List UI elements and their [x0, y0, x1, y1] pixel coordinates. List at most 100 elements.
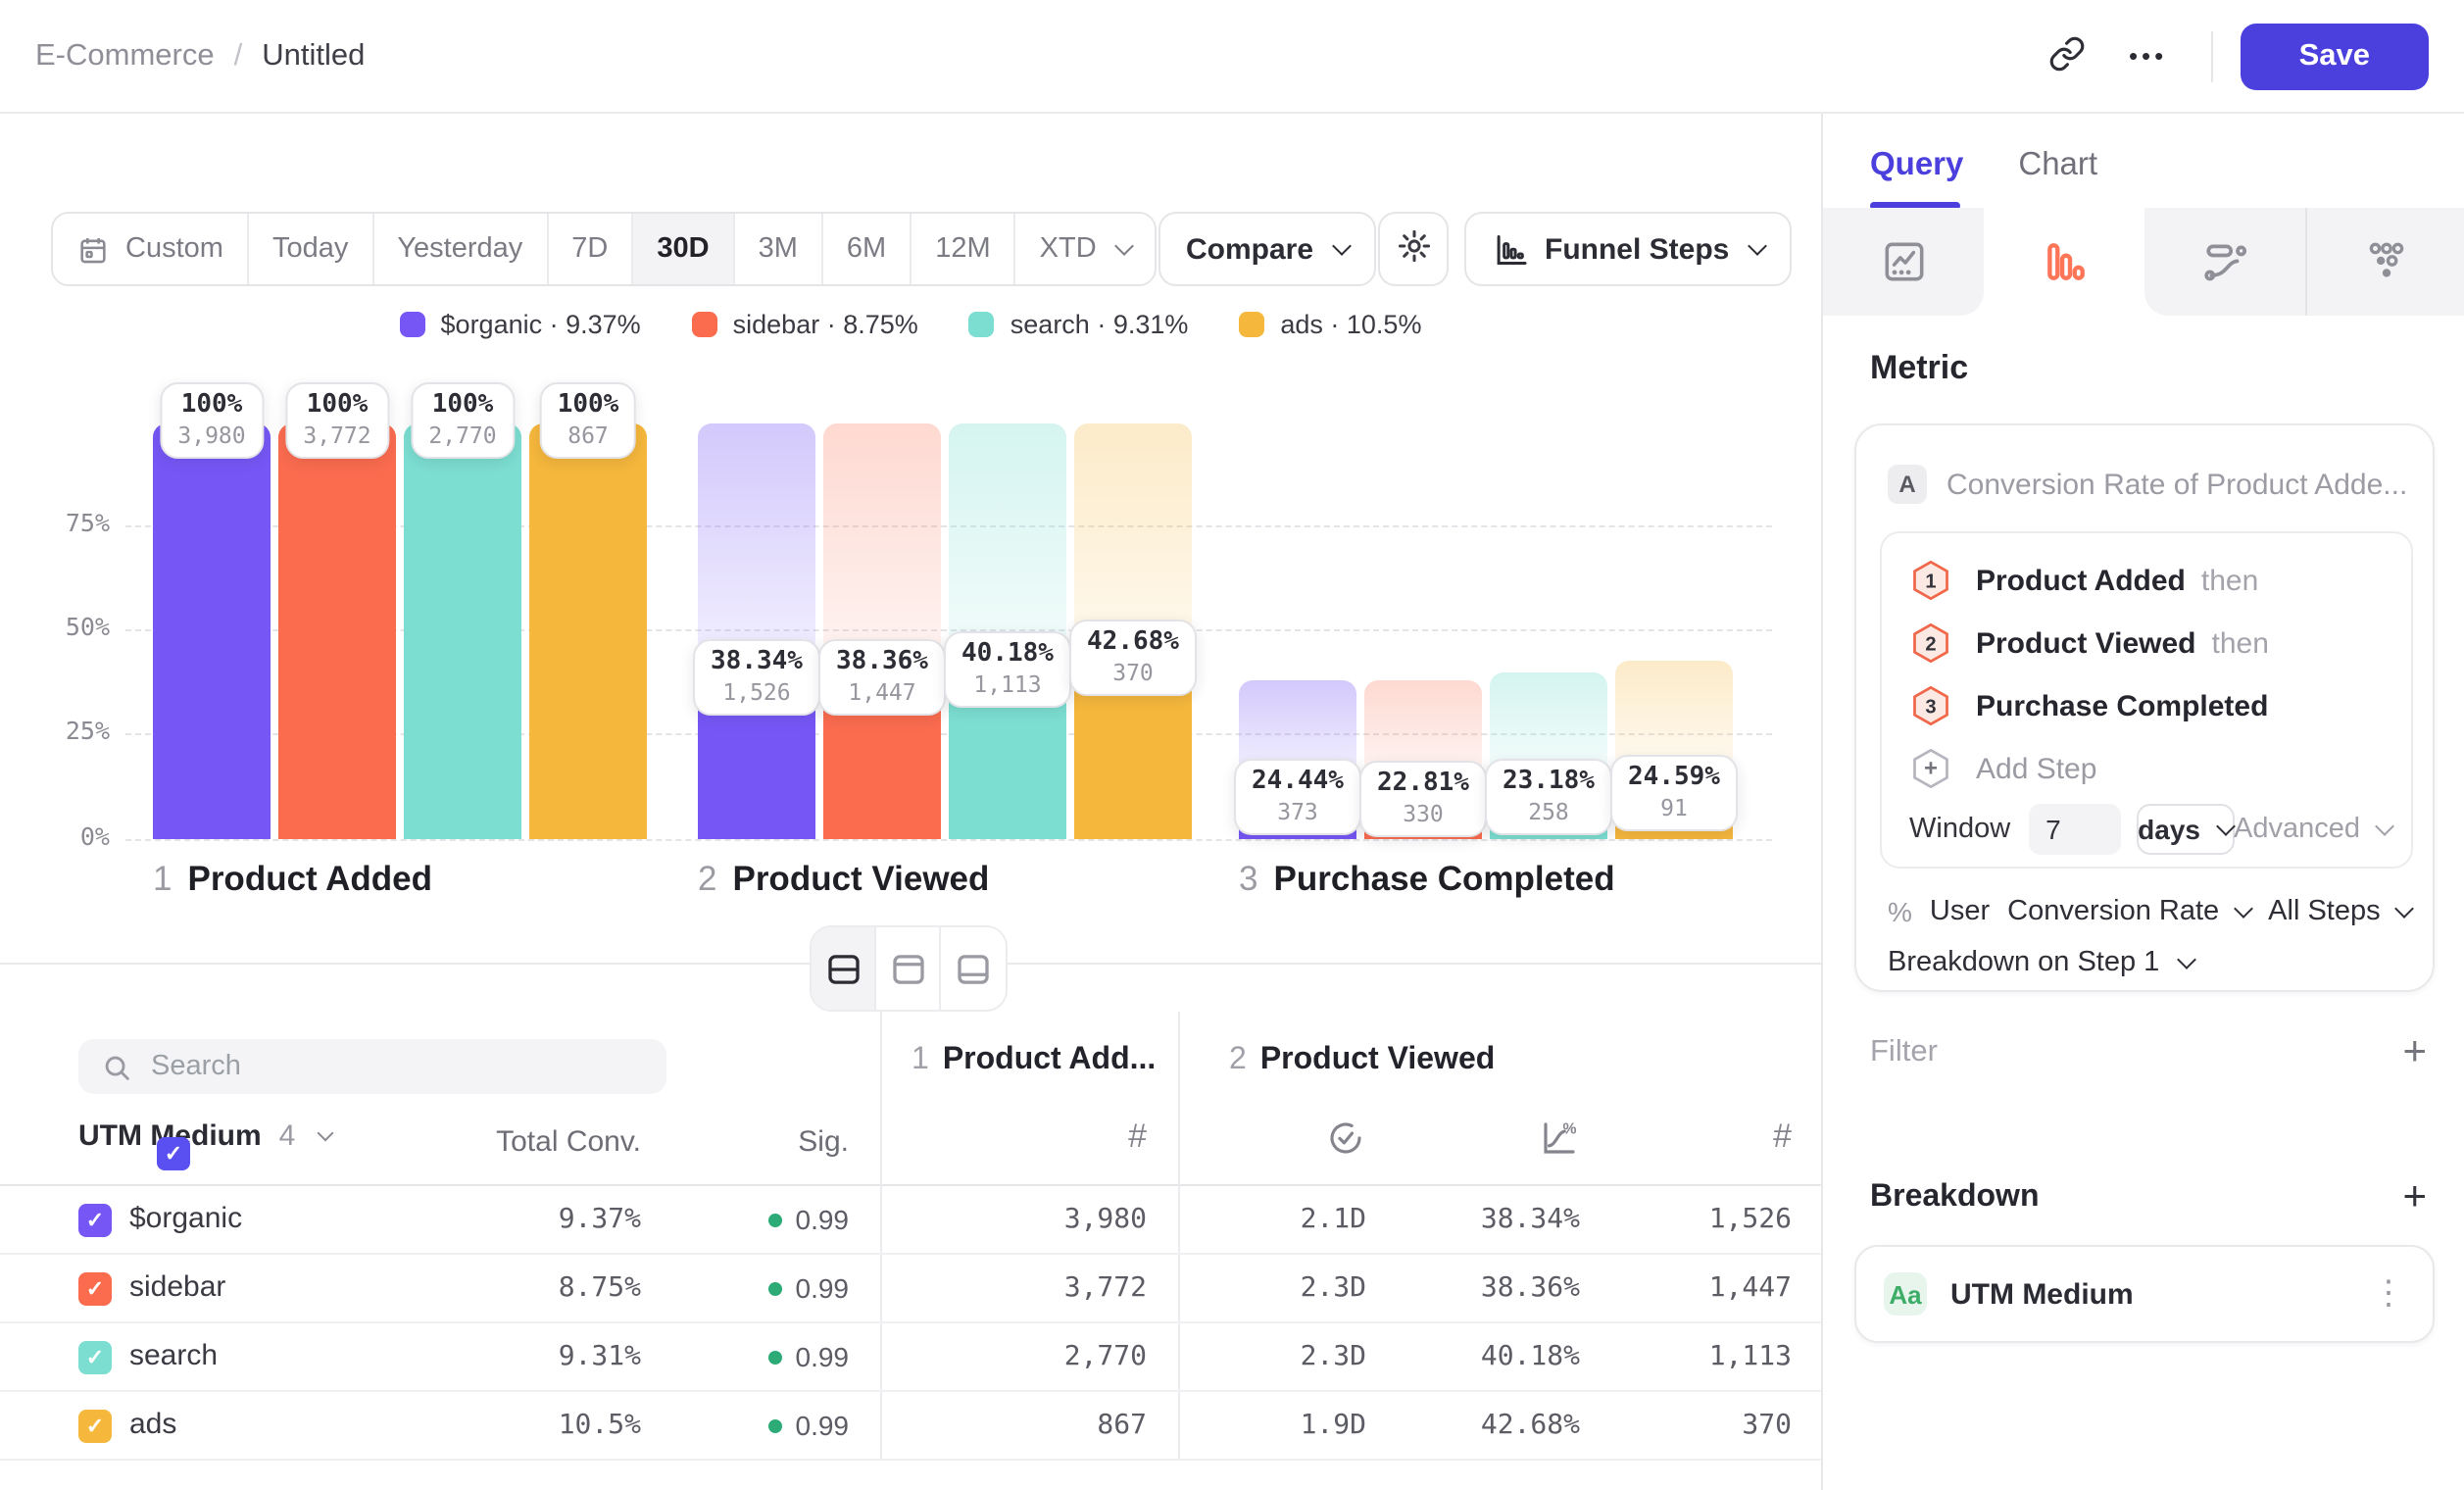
bar-ads-step3: 24.59%91: [1615, 422, 1733, 839]
svg-text:2: 2: [1925, 633, 1936, 655]
chevron-down-icon: [317, 1124, 333, 1141]
bar-search-step3: 23.18%258: [1490, 422, 1607, 839]
row-checkbox[interactable]: ✓: [78, 1410, 112, 1443]
add-breakdown-button[interactable]: +: [2402, 1180, 2427, 1216]
chevron-down-icon: [2215, 816, 2235, 835]
counting-entity[interactable]: User: [1930, 896, 1990, 927]
window-value-input[interactable]: 7: [2028, 804, 2120, 855]
report-type-tab-flows[interactable]: [2144, 208, 2305, 316]
metric-step-2[interactable]: 2Product Viewedthen: [1909, 612, 2269, 674]
bar-organic-step1: 100%3,980: [153, 422, 271, 839]
tab-chart[interactable]: Chart: [2018, 147, 2097, 184]
cell-conversion-rate: 38.36%: [1481, 1272, 1580, 1304]
share-link-button[interactable]: [2035, 23, 2101, 89]
breakdown-item[interactable]: Aa UTM Medium ⋮: [1854, 1245, 2435, 1343]
bar-organic-step2: 38.34%1,526: [698, 422, 815, 839]
view-toggle: [810, 925, 1008, 1012]
metric-title-row[interactable]: A Conversion Rate of Product Adde...: [1888, 465, 2407, 504]
table-row-search[interactable]: ✓search9.31%0.992,7702.3D40.18%1,113: [0, 1323, 1821, 1392]
tooltip-percent: 100%: [428, 389, 496, 421]
step-then-suffix: then: [2212, 626, 2269, 660]
metric-heading: Metric: [1870, 349, 1968, 388]
funnel-step-group-1: 100%3,980100%3,772100%2,770100%867: [153, 422, 647, 839]
window-label: Window: [1909, 814, 2010, 845]
report-type-tab-insights[interactable]: [1823, 208, 1984, 316]
step-name: Product Viewed: [1260, 1043, 1495, 1076]
row-name: ads: [129, 1408, 176, 1441]
breadcrumb-parent[interactable]: E-Commerce: [35, 38, 215, 74]
counting-row: % User Conversion Rate All Steps: [1888, 896, 2412, 927]
view-toggle-table-only[interactable]: [941, 927, 1006, 1010]
bar-value-tooltip: 100%3,980: [160, 381, 263, 458]
step-then-suffix: then: [2201, 564, 2258, 597]
flows-icon: [2200, 237, 2249, 286]
breadcrumb-current[interactable]: Untitled: [262, 38, 365, 74]
bar-segment[interactable]: [278, 422, 396, 839]
cell-significance: 0.99: [768, 1272, 850, 1304]
advanced-dropdown[interactable]: Advanced: [2234, 814, 2391, 845]
bar-value-tooltip: 38.36%1,447: [818, 638, 946, 715]
bar-organic-step3: 24.44%373: [1239, 422, 1356, 839]
view-toggle-chart-only[interactable]: [876, 927, 941, 1010]
save-button[interactable]: Save: [2241, 23, 2429, 89]
measure-dropdown[interactable]: Conversion Rate: [2007, 896, 2250, 927]
table-row-organic[interactable]: ✓$organic9.37%0.993,9802.1D38.34%1,526: [0, 1186, 1821, 1255]
row-checkbox[interactable]: ✓: [78, 1341, 112, 1374]
tooltip-count: 1,526: [711, 677, 803, 705]
significance-value: 0.99: [796, 1272, 850, 1304]
svg-text:3: 3: [1925, 696, 1936, 718]
window-row: Window 7 days Advanced: [1909, 804, 2391, 855]
table-row-ads[interactable]: ✓ads10.5%0.998671.9D42.68%370: [0, 1392, 1821, 1461]
cell-step1-count: 3,772: [1064, 1272, 1147, 1304]
metric-card: A Conversion Rate of Product Adde... Win…: [1854, 423, 2435, 992]
metric-title: Conversion Rate of Product Adde...: [1947, 468, 2407, 501]
tab-query[interactable]: Query: [1870, 147, 1963, 184]
report-type-tab-funnels[interactable]: [1984, 208, 2144, 316]
bar-value-tooltip: 24.59%91: [1610, 754, 1738, 830]
breadcrumb: E-Commerce / Untitled: [35, 38, 365, 74]
bar-value-tooltip: 100%867: [540, 381, 637, 458]
search-input[interactable]: Search: [78, 1039, 666, 1094]
metric-step-3[interactable]: 3Purchase Completed: [1909, 674, 2268, 737]
kebab-menu-icon[interactable]: ⋮: [2372, 1274, 2405, 1314]
bar-value-tooltip: 38.34%1,526: [693, 638, 820, 715]
add-step-button[interactable]: +Add Step: [1909, 737, 2096, 800]
search-icon: [100, 1050, 133, 1083]
tooltip-percent: 24.44%: [1252, 767, 1344, 798]
funnel-steps-card: Window 7 days Advanced 1Product Addedthe…: [1880, 531, 2413, 869]
bar-segment[interactable]: [529, 422, 647, 839]
row-checkbox[interactable]: ✓: [78, 1204, 112, 1237]
row-checkbox[interactable]: ✓: [78, 1272, 112, 1306]
more-menu-button[interactable]: •••: [2101, 23, 2195, 89]
table-group-header[interactable]: ✓ UTM Medium 4: [78, 1119, 330, 1153]
step-number: 2: [698, 859, 716, 898]
window-unit-dropdown[interactable]: days: [2136, 804, 2234, 855]
tooltip-percent: 22.81%: [1377, 770, 1469, 801]
step-name: Product Viewed: [732, 859, 989, 898]
metric-step-1[interactable]: 1Product Addedthen: [1909, 549, 2258, 612]
breakdown-on-step-dropdown[interactable]: Breakdown on Step 1: [1888, 947, 2193, 978]
breakdown-section: Breakdown +: [1870, 1180, 2427, 1216]
step-name: Purchase Completed: [1273, 859, 1614, 898]
tooltip-count: 258: [1503, 798, 1595, 825]
tooltip-count: 91: [1628, 793, 1720, 820]
funnel-step-group-2: 38.34%1,52638.36%1,44740.18%1,11342.68%3…: [698, 422, 1192, 839]
view-toggle-split-view[interactable]: [812, 927, 876, 1010]
steps-scope-dropdown[interactable]: All Steps: [2268, 896, 2411, 927]
step-hexagon-badge: 2: [1909, 621, 1952, 665]
tooltip-count: 2,770: [428, 421, 496, 448]
cell-total-conv: 10.5%: [559, 1410, 641, 1441]
report-type-tab-retention[interactable]: [2305, 208, 2464, 316]
panel-tabs: Query Chart: [1870, 147, 2097, 184]
percent-icon: %: [1888, 896, 1912, 927]
master-checkbox[interactable]: ✓: [157, 1137, 190, 1170]
bar-segment[interactable]: [404, 422, 521, 839]
bar-segment[interactable]: [153, 422, 271, 839]
add-filter-button[interactable]: +: [2402, 1035, 2427, 1070]
breakdown-item-label: UTM Medium: [1950, 1277, 2134, 1311]
add-step-hexagon-icon: +: [1909, 747, 1952, 790]
table-row-sidebar[interactable]: ✓sidebar8.75%0.993,7722.3D38.36%1,447: [0, 1255, 1821, 1323]
svg-text:1: 1: [1925, 571, 1936, 592]
bar-value-tooltip: 100%3,772: [285, 381, 388, 458]
header-actions: ••• Save: [2035, 23, 2429, 89]
